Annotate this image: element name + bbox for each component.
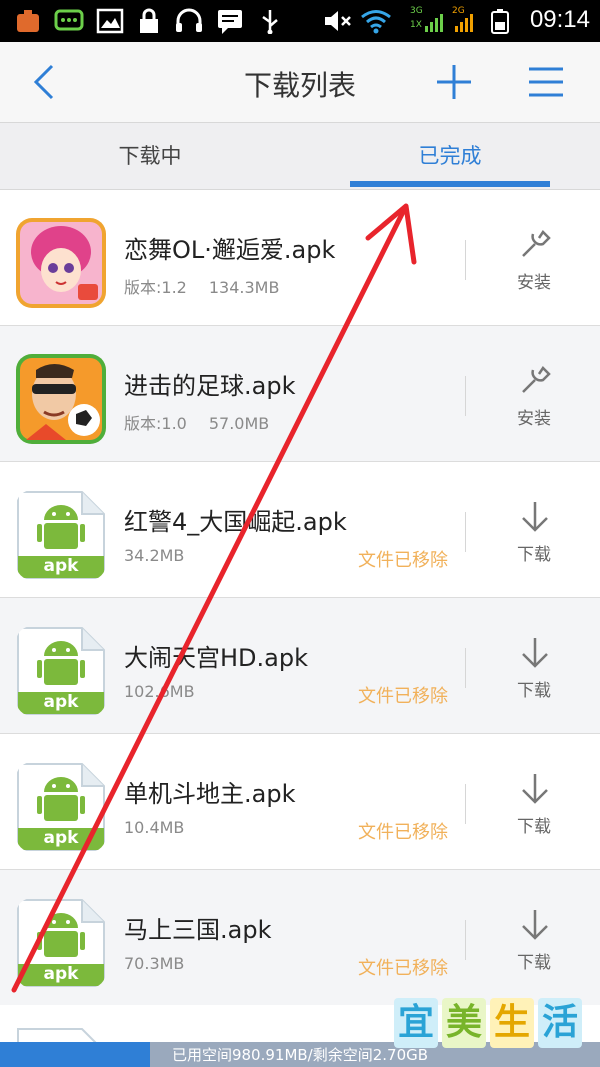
- annotation-arrow: [11, 203, 417, 993]
